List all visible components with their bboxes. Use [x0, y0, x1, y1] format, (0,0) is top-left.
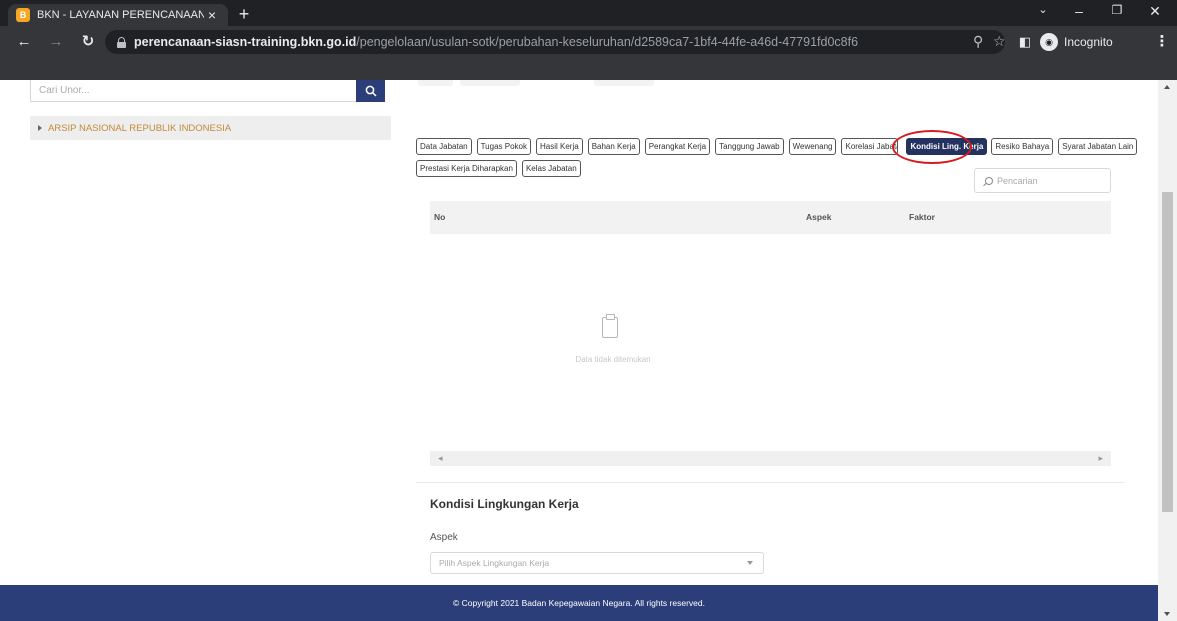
tab-close-icon[interactable]: × — [204, 7, 220, 23]
chevron-down-icon — [747, 561, 753, 565]
jabatan-detail-panel: Data Jabatan Tugas Pokok Hasil Kerja Bah… — [398, 80, 1141, 585]
forward-icon[interactable]: → — [46, 32, 66, 52]
search-icon — [365, 85, 377, 97]
column-header-no[interactable]: No — [434, 212, 445, 222]
incognito-label: Incognito — [1064, 35, 1113, 49]
unor-sidebar: ARSIP NASIONAL REPUBLIK INDONESIA — [0, 80, 391, 585]
aspek-select[interactable]: Pilih Aspek Lingkungan Kerja — [430, 552, 764, 574]
upper-tab[interactable] — [418, 80, 453, 86]
incognito-icon: ◉ — [1040, 33, 1058, 51]
empty-state-text: Data tidak ditemukan — [575, 355, 651, 364]
tab-wewenang[interactable]: Wewenang — [788, 138, 837, 155]
tree-item-label: ARSIP NASIONAL REPUBLIK INDONESIA — [48, 122, 232, 134]
upper-tab-remnants — [398, 80, 1141, 92]
scroll-down-icon[interactable] — [1164, 612, 1170, 616]
bkn-favicon-icon: B — [16, 8, 30, 22]
table-horizontal-scrollbar[interactable]: ◂ ▸ — [430, 451, 1111, 466]
tab-hasil-kerja[interactable]: Hasil Kerja — [536, 138, 583, 155]
back-icon[interactable]: ← — [14, 32, 34, 52]
tab-korelasi-jabatan[interactable]: Korelasi Jabatan — [841, 138, 899, 155]
page-vertical-scrollbar[interactable] — [1158, 80, 1177, 621]
tree-item-anri[interactable]: ARSIP NASIONAL REPUBLIK INDONESIA — [30, 116, 391, 140]
reload-icon[interactable]: ↻ — [78, 32, 98, 52]
aspek-label: Aspek — [430, 532, 458, 543]
close-window-icon[interactable]: ✕ — [1140, 3, 1170, 20]
page-content: ARSIP NASIONAL REPUBLIK INDONESIA Data J… — [0, 80, 1158, 621]
tab-title: BKN - LAYANAN PERENCANAAN — [37, 9, 204, 21]
tab-data-jabatan[interactable]: Data Jabatan — [416, 138, 472, 155]
restore-icon[interactable]: ❐ — [1102, 3, 1132, 17]
scrollbar-thumb[interactable] — [1162, 192, 1173, 512]
browser-tab[interactable]: B BKN - LAYANAN PERENCANAAN × — [8, 4, 228, 26]
bookmark-star-icon[interactable]: ☆ — [993, 33, 1006, 50]
bookmark-bar — [0, 58, 1177, 80]
column-header-faktor[interactable]: Faktor — [909, 212, 935, 222]
browser-tabstrip: B BKN - LAYANAN PERENCANAAN × + ⌄ – ❐ ✕ — [0, 0, 1177, 26]
aspek-select-placeholder: Pilih Aspek Lingkungan Kerja — [439, 558, 550, 568]
table-search — [974, 168, 1111, 193]
upper-tab[interactable] — [594, 80, 654, 86]
tab-resiko-bahaya[interactable]: Resiko Bahaya — [991, 138, 1054, 155]
table-header: No Aspek Faktor — [430, 201, 1111, 234]
unor-search-input[interactable] — [31, 80, 356, 101]
address-bar[interactable]: perencanaan-siasn-training.bkn.go.id /pe… — [105, 30, 1006, 54]
copyright-text: © Copyright 2021 Badan Kepegawaian Negar… — [453, 598, 705, 608]
lock-icon — [117, 36, 126, 48]
tab-tugas-pokok[interactable]: Tugas Pokok — [476, 138, 531, 155]
column-header-aspek[interactable]: Aspek — [806, 212, 832, 222]
side-panel-icon[interactable]: ◧ — [1015, 32, 1035, 52]
tab-bahan-kerja[interactable]: Bahan Kerja — [587, 138, 640, 155]
incognito-indicator[interactable]: ◉ Incognito — [1040, 30, 1113, 54]
clipboard-icon — [602, 314, 618, 338]
tab-kelas-jabatan[interactable]: Kelas Jabatan — [521, 160, 581, 177]
browser-toolbar: ← → ↻ perencanaan-siasn-training.bkn.go.… — [0, 26, 1177, 58]
table-search-input[interactable] — [997, 175, 1097, 186]
minimize-icon[interactable]: – — [1064, 3, 1094, 19]
tab-kondisi-ling-kerja[interactable]: Kondisi Ling. Kerja — [906, 138, 988, 155]
section-title: Kondisi Lingkungan Kerja — [430, 497, 579, 511]
tab-tanggung-jawab[interactable]: Tanggung Jawab — [715, 138, 784, 155]
tab-perangkat-kerja[interactable]: Perangkat Kerja — [644, 138, 711, 155]
tab-search-icon[interactable]: ⌄ — [1028, 3, 1058, 16]
scroll-left-icon[interactable]: ◂ — [438, 453, 443, 464]
page-footer: © Copyright 2021 Badan Kepegawaian Negar… — [0, 585, 1158, 621]
tab-prestasi-kerja[interactable]: Prestasi Kerja Diharapkan — [416, 160, 517, 177]
caret-right-icon[interactable] — [38, 125, 42, 131]
search-icon — [985, 176, 993, 185]
section-divider — [416, 482, 1125, 483]
url-host: perencanaan-siasn-training.bkn.go.id — [134, 35, 357, 49]
tab-syarat-jabatan-lain[interactable]: Syarat Jabatan Lain — [1058, 138, 1138, 155]
zoom-icon[interactable]: ⚲ — [973, 33, 983, 50]
scroll-right-icon[interactable]: ▸ — [1098, 453, 1103, 464]
browser-menu-icon[interactable]: ⋮ — [1152, 32, 1172, 52]
jabatan-tabs-row-2: Prestasi Kerja Diharapkan Kelas Jabatan — [416, 160, 586, 177]
unor-search-button[interactable] — [356, 80, 385, 102]
jabatan-tabs-row-1: Data Jabatan Tugas Pokok Hasil Kerja Bah… — [416, 138, 1142, 155]
upper-tab[interactable] — [460, 80, 520, 86]
scroll-up-icon[interactable] — [1164, 85, 1170, 89]
url-path: /pengelolaan/usulan-sotk/perubahan-kesel… — [356, 35, 859, 49]
new-tab-icon[interactable]: + — [234, 4, 254, 24]
unor-search — [30, 80, 385, 102]
